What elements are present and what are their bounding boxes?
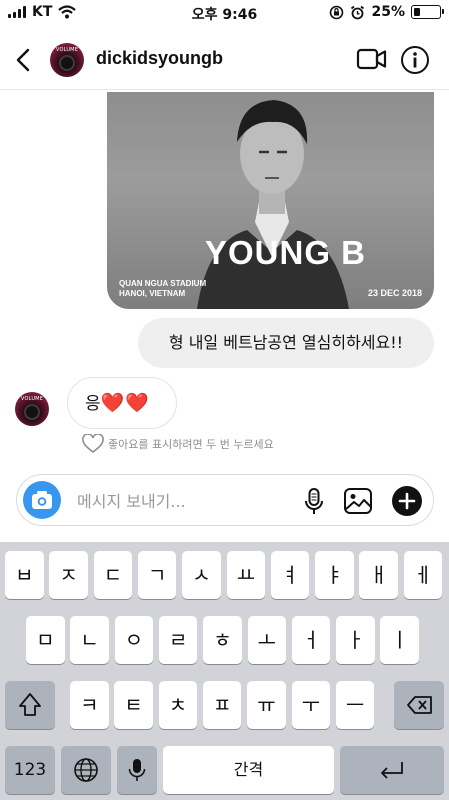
shared-image-message[interactable]: YOUNG B QUAN NGUA STADIUM HANOI, VIETNAM… [107, 92, 434, 309]
image-title: YOUNG B [204, 234, 366, 271]
key-row1-0[interactable]: ㅂ [5, 551, 44, 599]
key-row2-1[interactable]: ㄴ [70, 616, 109, 664]
gallery-icon[interactable] [343, 487, 373, 515]
battery-level-fill [414, 8, 420, 16]
portrait-photo [197, 100, 349, 309]
key-row2-8[interactable]: ㅣ [380, 616, 419, 664]
message-composer [16, 474, 434, 526]
key-row2-5[interactable]: ㅗ [247, 616, 287, 664]
key-row3-0[interactable]: ㅋ [70, 681, 109, 729]
key-row1-9[interactable]: ㅔ [403, 551, 443, 599]
sent-message-bubble[interactable]: 형 내일 베트남공연 열심히하세요!! [138, 318, 434, 368]
battery-percent: 25% [371, 4, 405, 20]
key-row2-7[interactable]: ㅏ [336, 616, 375, 664]
plus-icon [398, 492, 416, 510]
key-row3-3[interactable]: ㅍ [202, 681, 242, 729]
key-row1-3[interactable]: ㄱ [137, 551, 177, 599]
microphone-icon[interactable] [303, 487, 325, 517]
key-row2-6[interactable]: ㅓ [291, 616, 331, 664]
shift-icon [19, 693, 41, 716]
keyboard: ㅂㅈㄷㄱㅅㅛㅕㅑㅐㅔ ㅁㄴㅇㄹㅎㅗㅓㅏㅣ ㅋㅌㅊㅍㅠㅜㅡ 123 간격 [0, 542, 449, 800]
key-row3-2[interactable]: ㅊ [158, 681, 198, 729]
globe-key[interactable] [61, 746, 111, 794]
status-right: 25% [329, 4, 444, 20]
heart-outline-icon[interactable] [82, 434, 104, 454]
return-icon [381, 762, 403, 779]
camera-icon [32, 491, 52, 509]
backspace-key[interactable] [394, 681, 444, 729]
key-row2-4[interactable]: ㅎ [203, 616, 242, 664]
alarm-icon [351, 5, 365, 19]
video-call-icon[interactable] [356, 45, 388, 73]
sender-avatar[interactable]: VOLUME [15, 392, 49, 426]
dictation-key[interactable] [117, 746, 157, 794]
return-key[interactable] [340, 746, 444, 794]
key-row1-8[interactable]: ㅐ [359, 551, 398, 599]
avatar-text: VOLUME [55, 47, 79, 53]
battery-icon [411, 5, 444, 19]
image-venue-line2: HANOI, VIETNAM [119, 289, 186, 298]
received-message-text: 응 [85, 394, 101, 414]
back-chevron-icon[interactable] [12, 44, 36, 76]
key-row1-6[interactable]: ㅕ [270, 551, 310, 599]
orientation-lock-icon [330, 5, 344, 19]
avatar-text: VOLUME [20, 396, 44, 402]
avatar-disc [59, 55, 75, 71]
camera-button[interactable] [23, 481, 61, 519]
conversation-header: VOLUME dickidsyoungb [0, 30, 449, 90]
key-row1-5[interactable]: ㅛ [226, 551, 266, 599]
avatar-disc [24, 404, 40, 420]
key-row2-2[interactable]: ㅇ [114, 616, 154, 664]
key-row1-2[interactable]: ㄷ [93, 551, 133, 599]
backspace-icon [407, 696, 432, 714]
key-row1-7[interactable]: ㅑ [315, 551, 354, 599]
key-row3-6[interactable]: ㅡ [335, 681, 375, 729]
numbers-key[interactable]: 123 [5, 746, 55, 794]
key-row3-5[interactable]: ㅜ [291, 681, 331, 729]
shift-key[interactable] [5, 681, 55, 729]
space-key[interactable]: 간격 [163, 746, 334, 794]
more-options-button[interactable] [392, 486, 422, 516]
key-row1-4[interactable]: ㅅ [182, 551, 221, 599]
received-message-bubble[interactable]: 응❤️❤️ [67, 377, 177, 429]
image-date: 23 DEC 2018 [367, 288, 422, 298]
key-row3-4[interactable]: ㅠ [247, 681, 286, 729]
key-row2-3[interactable]: ㄹ [158, 616, 198, 664]
microphone-icon [128, 759, 146, 781]
status-bar: KT 오후 9:46 25% [0, 0, 449, 26]
key-row1-1[interactable]: ㅈ [49, 551, 88, 599]
like-hint-text: 좋아요를 표시하려면 두 번 누르세요 [108, 438, 274, 451]
key-row2-0[interactable]: ㅁ [26, 616, 65, 664]
conversation-username[interactable]: dickidsyoungb [96, 48, 223, 69]
like-hint: 좋아요를 표시하려면 두 번 누르세요 [82, 434, 274, 454]
message-input[interactable] [77, 488, 297, 514]
image-venue-line1: QUAN NGUA STADIUM [119, 279, 207, 288]
info-icon[interactable] [400, 45, 430, 75]
image-venue: QUAN NGUA STADIUM HANOI, VIETNAM [119, 279, 206, 299]
globe-icon [74, 758, 98, 782]
avatar[interactable]: VOLUME [50, 43, 84, 77]
received-message-hearts: ❤️❤️ [100, 392, 150, 414]
key-row3-1[interactable]: ㅌ [114, 681, 153, 729]
